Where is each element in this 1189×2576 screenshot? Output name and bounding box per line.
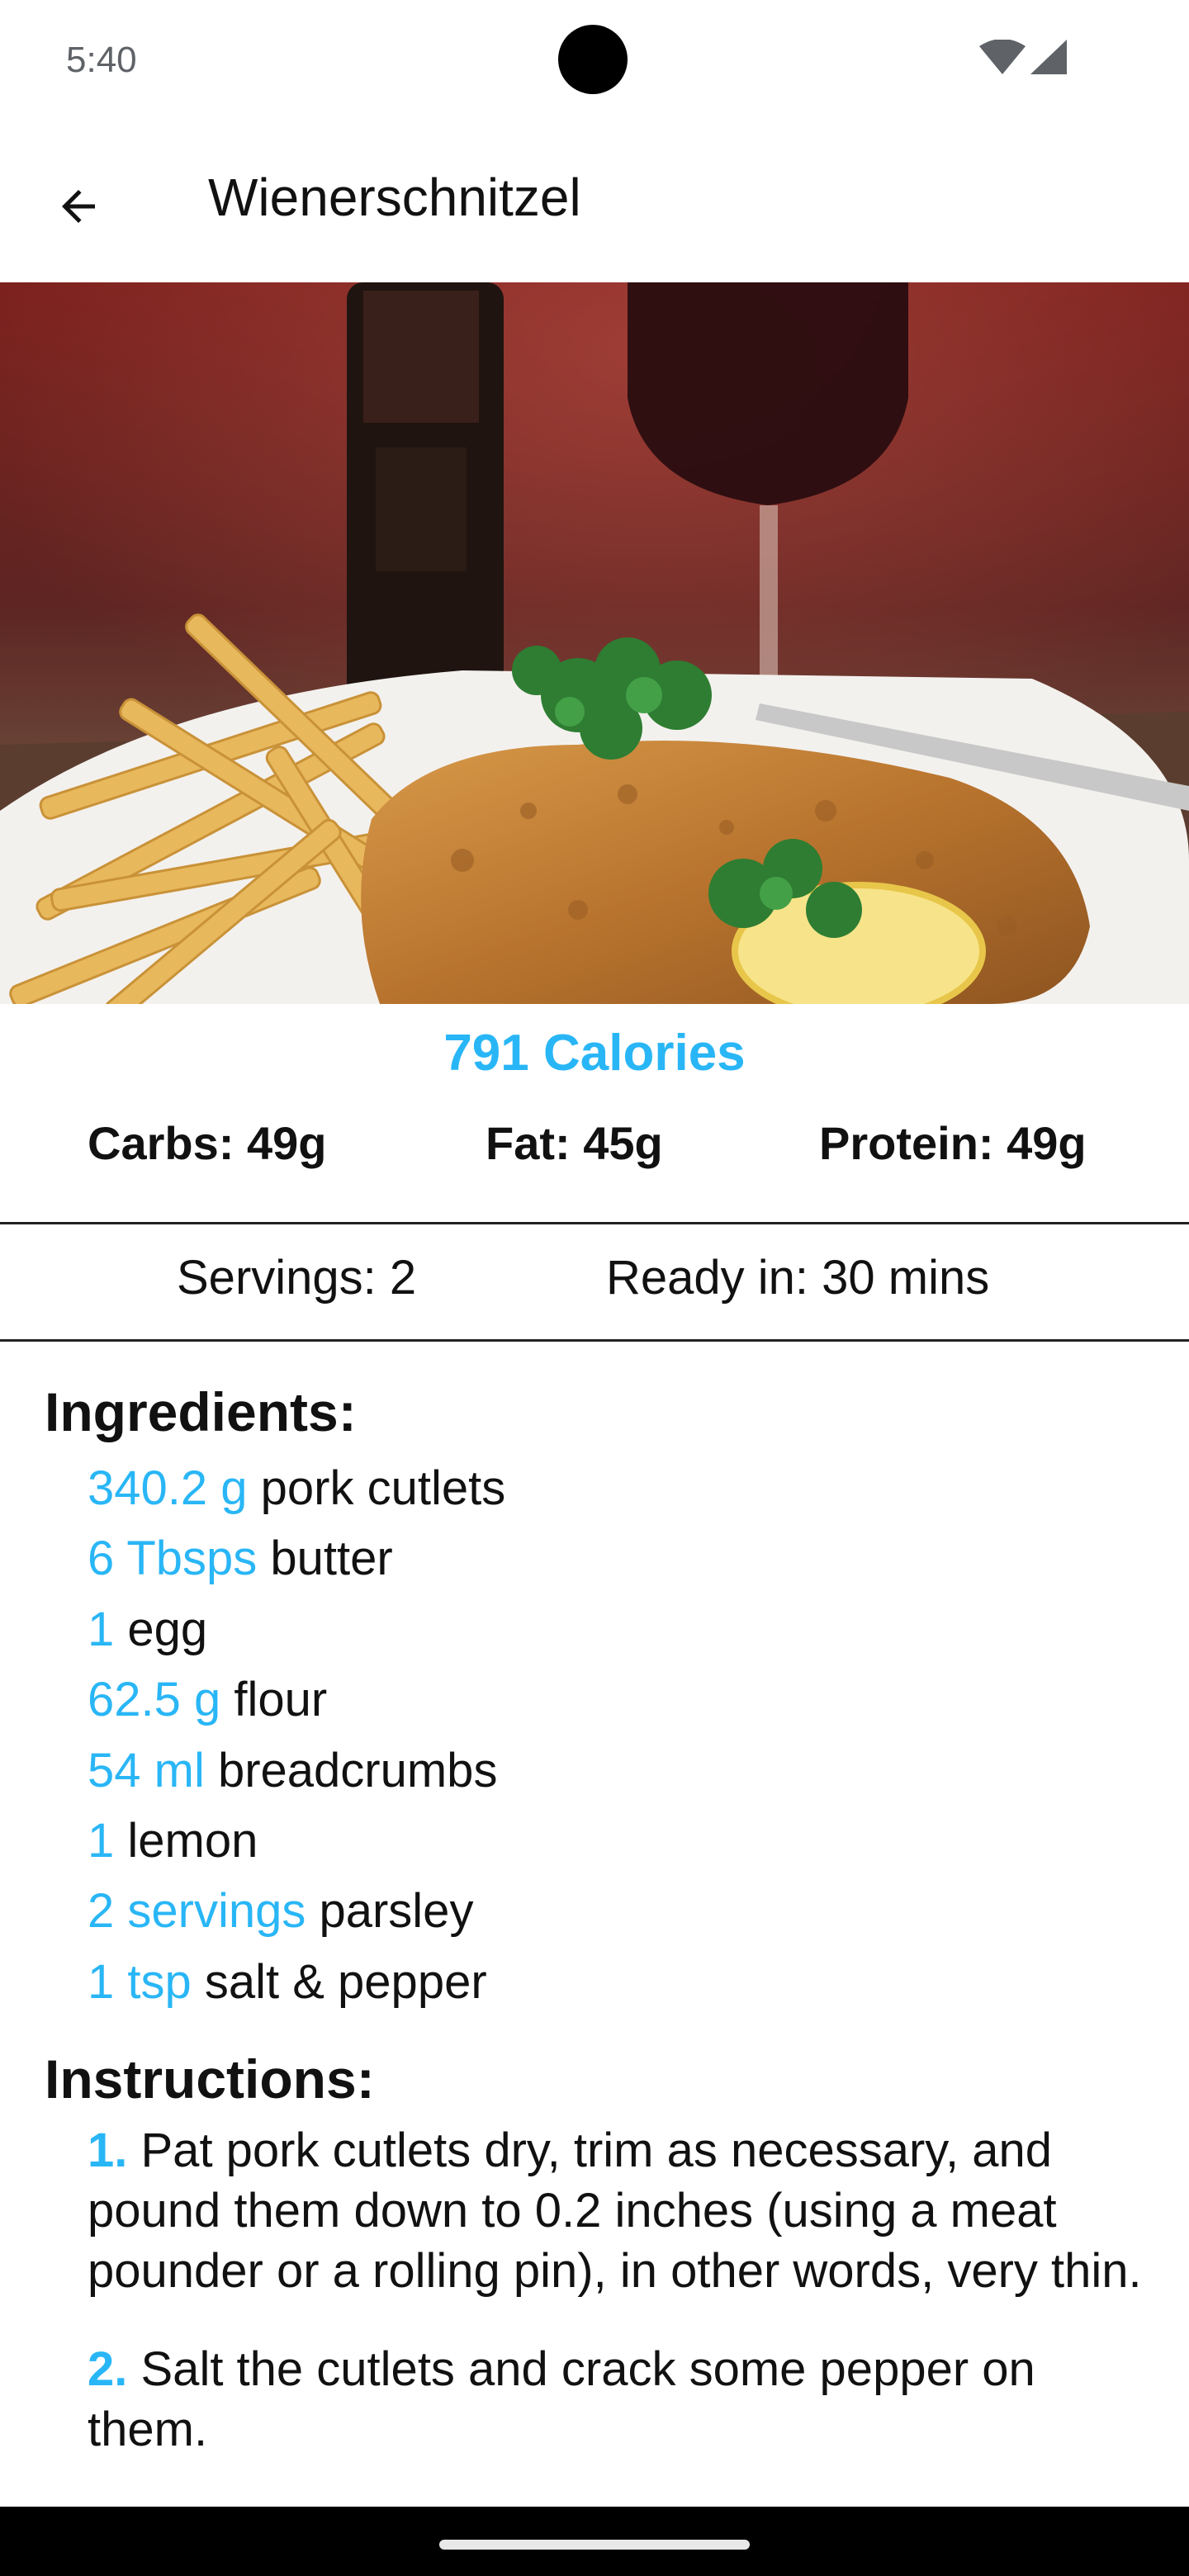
ingredient-item: 1 tsp salt & pepper — [88, 1947, 505, 2017]
ingredient-quantity: 1 tsp — [88, 1954, 192, 2009]
instruction-step: 2. Salt the cutlets and crack some peppe… — [88, 2339, 1161, 2460]
calories-label: 791 Calories — [443, 1025, 746, 1082]
wifi-icon — [979, 40, 1026, 74]
ingredient-name: salt & pepper — [204, 1954, 487, 2009]
fat-label: Fat: 45g — [486, 1117, 663, 1169]
ingredient-item: 62.5 g flour — [88, 1664, 505, 1735]
ingredient-name: egg — [127, 1602, 208, 1656]
ingredient-quantity: 6 Tbsps — [88, 1532, 258, 1586]
ingredients-list: 340.2 g pork cutlets 6 Tbsps butter 1 eg… — [88, 1453, 505, 2017]
ingredient-quantity: 340.2 g — [88, 1461, 248, 1515]
ingredient-name: pork cutlets — [260, 1461, 506, 1515]
ingredient-item: 1 egg — [88, 1594, 505, 1664]
ingredient-quantity: 1 — [88, 1602, 128, 1656]
macros-row: Carbs: 49g Fat: 45g Protein: 49g — [0, 1116, 1189, 1182]
arrow-left-icon — [62, 190, 95, 223]
status-bar: 5:40 — [0, 0, 1189, 124]
step-text: Pat pork cutlets dry, trim as necessary,… — [88, 2124, 1142, 2298]
status-time: 5:40 — [66, 40, 137, 80]
ingredient-quantity: 2 servings — [88, 1884, 306, 1939]
app-bar: Wienerschnitzel — [0, 124, 1189, 281]
page-title: Wienerschnitzel — [208, 168, 581, 227]
ingredient-quantity: 54 ml — [88, 1743, 205, 1797]
ingredient-quantity: 1 — [88, 1813, 128, 1868]
protein-label: Protein: 49g — [819, 1117, 1087, 1169]
step-number: 1. — [88, 2124, 128, 2177]
ingredient-quantity: 62.5 g — [88, 1673, 221, 1727]
recipe-image — [0, 282, 1189, 1004]
divider — [0, 1222, 1189, 1224]
camera-cutout — [558, 25, 628, 94]
instruction-step: 1. Pat pork cutlets dry, trim as necessa… — [88, 2120, 1161, 2301]
ingredient-item: 1 lemon — [88, 1806, 505, 1876]
step-text: Salt the cutlets and crack some pepper o… — [88, 2342, 1035, 2456]
instructions-heading: Instructions: — [45, 2048, 375, 2110]
ingredient-item: 340.2 g pork cutlets — [88, 1453, 505, 1523]
ready-time-label: Ready in: 30 mins — [606, 1251, 990, 1305]
instructions-list: 1. Pat pork cutlets dry, trim as necessa… — [88, 2120, 1161, 2498]
home-gesture-handle[interactable] — [439, 2540, 750, 2550]
back-button[interactable] — [33, 161, 124, 252]
ingredient-name: lemon — [127, 1813, 258, 1868]
ingredient-name: parsley — [319, 1884, 474, 1939]
system-navigation-bar — [0, 2507, 1189, 2576]
ingredients-heading: Ingredients: — [45, 1381, 357, 1442]
step-number: 2. — [88, 2342, 128, 2396]
carbs-label: Carbs: 49g — [88, 1117, 327, 1169]
ingredient-name: breadcrumbs — [217, 1743, 498, 1797]
ingredient-name: flour — [234, 1673, 328, 1727]
ingredient-item: 54 ml breadcrumbs — [88, 1735, 505, 1806]
ingredient-name: butter — [270, 1532, 393, 1586]
divider — [0, 1339, 1189, 1342]
status-icons — [979, 40, 1070, 81]
ingredient-item: 2 servings parsley — [88, 1876, 505, 1946]
cell-signal-icon — [1030, 40, 1067, 74]
servings-label: Servings: 2 — [177, 1251, 417, 1305]
ingredient-item: 6 Tbsps butter — [88, 1523, 505, 1593]
